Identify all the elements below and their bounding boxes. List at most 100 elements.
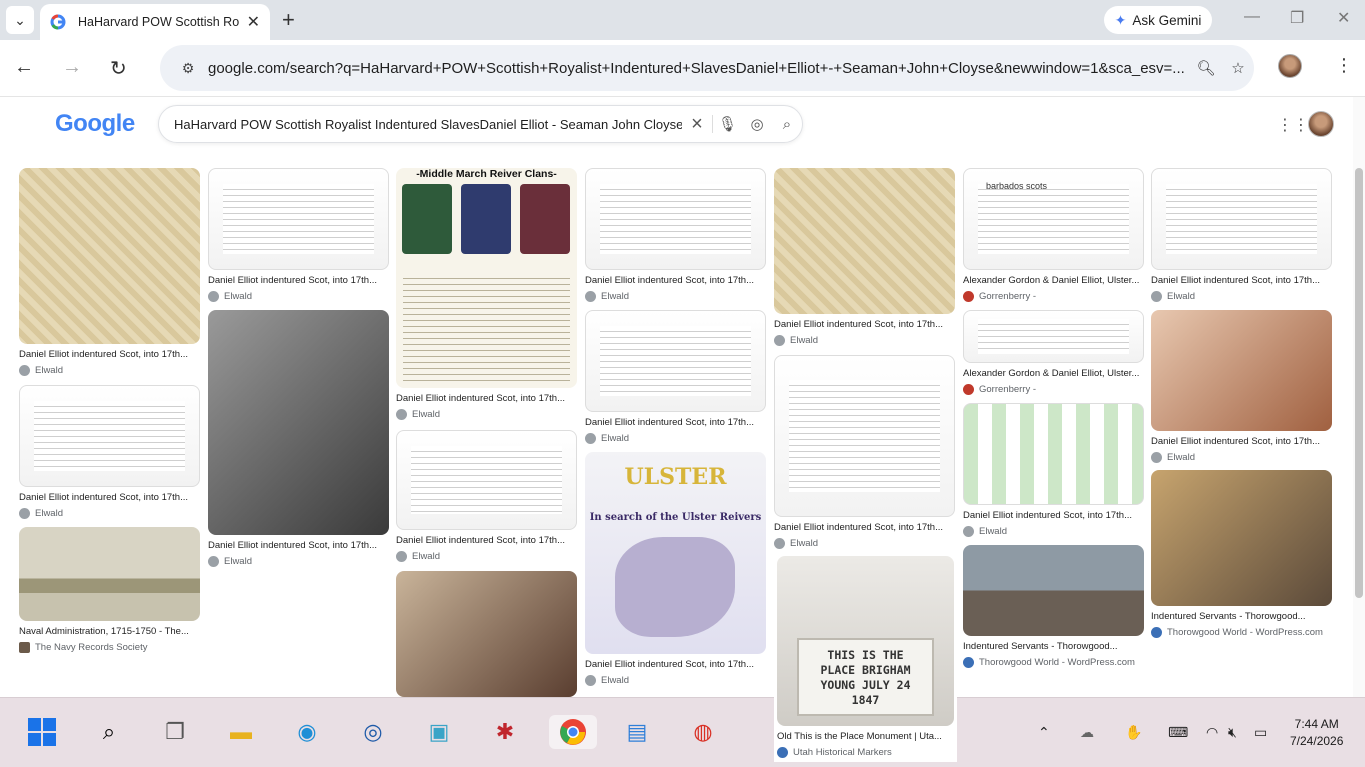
result-caption[interactable]: Daniel Elliot indentured Scot, into 17th…: [396, 535, 577, 546]
result-thumbnail[interactable]: [19, 527, 200, 621]
result-thumbnail[interactable]: [585, 168, 766, 270]
result-caption[interactable]: Naval Administration, 1715-1750 - The...: [19, 626, 200, 637]
edge-icon[interactable]: ◉: [290, 715, 324, 749]
result-caption[interactable]: Alexander Gordon & Daniel Elliot, Ulster…: [963, 368, 1144, 379]
result-source[interactable]: Thorowgood World - WordPress.com: [1151, 627, 1332, 638]
result-caption[interactable]: Daniel Elliot indentured Scot, into 17th…: [774, 522, 955, 533]
bookmark-star-icon[interactable]: ☆: [1222, 59, 1254, 77]
image-result[interactable]: ULSTER In search of the Ulster Reivers D…: [585, 452, 766, 686]
result-source[interactable]: Elwald: [396, 551, 577, 562]
keyboard-icon[interactable]: ⌨: [1168, 724, 1188, 741]
result-source[interactable]: Elwald: [1151, 452, 1332, 463]
result-caption[interactable]: Indentured Servants - Thorowgood...: [1151, 611, 1332, 622]
result-thumbnail[interactable]: [774, 355, 955, 517]
window-close-icon[interactable]: ✕: [1337, 8, 1350, 28]
result-thumbnail[interactable]: [1151, 310, 1332, 431]
result-thumbnail[interactable]: barbados scots: [963, 168, 1144, 270]
result-caption[interactable]: Daniel Elliot indentured Scot, into 17th…: [19, 492, 200, 503]
result-caption[interactable]: Daniel Elliot indentured Scot, into 17th…: [585, 275, 766, 286]
wifi-icon[interactable]: ◠: [1206, 724, 1218, 741]
result-caption[interactable]: Old This is the Place Monument | Uta...: [777, 731, 954, 742]
result-source[interactable]: The Navy Records Society: [19, 642, 200, 653]
result-thumbnail[interactable]: [585, 310, 766, 412]
image-result[interactable]: [396, 571, 577, 697]
result-caption[interactable]: Daniel Elliot indentured Scot, into 17th…: [585, 417, 766, 428]
reload-icon[interactable]: ↻: [110, 56, 127, 81]
result-source[interactable]: Elwald: [774, 335, 955, 346]
image-result[interactable]: THIS IS THE PLACE BRIGHAM YOUNG JULY 24 …: [774, 553, 957, 762]
profile-avatar[interactable]: [1278, 54, 1302, 78]
result-source[interactable]: Gorrenberry -: [963, 384, 1144, 395]
result-thumbnail[interactable]: [1151, 470, 1332, 606]
result-caption[interactable]: Daniel Elliot indentured Scot, into 17th…: [774, 319, 955, 330]
image-result[interactable]: Indentured Servants - Thorowgood... Thor…: [963, 545, 1144, 668]
system-clock[interactable]: 7:44 AM 7/24/2026: [1290, 716, 1343, 750]
close-tab-icon[interactable]: ✕: [247, 12, 260, 32]
file-explorer-icon[interactable]: ▬: [224, 715, 258, 749]
result-caption[interactable]: Daniel Elliot indentured Scot, into 17th…: [963, 510, 1144, 521]
result-thumbnail[interactable]: [1151, 168, 1332, 270]
result-source[interactable]: Elwald: [208, 291, 389, 302]
task-view-icon[interactable]: ❐: [158, 715, 192, 749]
result-source[interactable]: Elwald: [208, 556, 389, 567]
result-source[interactable]: Elwald: [585, 291, 766, 302]
result-source[interactable]: Elwald: [774, 538, 955, 549]
battery-icon[interactable]: ▭: [1254, 724, 1267, 741]
onedrive-cloud-icon[interactable]: ☁: [1080, 724, 1094, 741]
microphone-icon[interactable]: 🎙︎: [712, 115, 742, 133]
image-result[interactable]: Daniel Elliot indentured Scot, into 17th…: [774, 168, 955, 346]
result-thumbnail[interactable]: [208, 168, 389, 270]
chrome-menu-icon[interactable]: ⋮: [1335, 55, 1353, 76]
address-bar[interactable]: ⚙ google.com/search?q=HaHarvard+POW+Scot…: [160, 45, 1254, 91]
result-source[interactable]: Gorrenberry -: [963, 291, 1144, 302]
show-hidden-icons-icon[interactable]: ⌃: [1038, 724, 1050, 741]
result-thumbnail[interactable]: -Middle March Reiver Clans-: [396, 168, 577, 388]
image-result[interactable]: Daniel Elliot indentured Scot, into 17th…: [208, 168, 389, 302]
image-result[interactable]: Daniel Elliot indentured Scot, into 17th…: [1151, 310, 1332, 463]
result-thumbnail[interactable]: ULSTER In search of the Ulster Reivers: [585, 452, 766, 654]
result-caption[interactable]: Daniel Elliot indentured Scot, into 17th…: [1151, 436, 1332, 447]
url-text[interactable]: google.com/search?q=HaHarvard+POW+Scotti…: [208, 60, 1190, 77]
tray-app-icon[interactable]: ✋: [1125, 724, 1142, 741]
image-result[interactable]: Daniel Elliot indentured Scot, into 17th…: [396, 430, 577, 562]
result-thumbnail[interactable]: [963, 545, 1144, 636]
result-caption[interactable]: Daniel Elliot indentured Scot, into 17th…: [208, 275, 389, 286]
zoom-search-icon[interactable]: 🔍︎: [1190, 59, 1222, 77]
result-caption[interactable]: Daniel Elliot indentured Scot, into 17th…: [208, 540, 389, 551]
result-caption[interactable]: Daniel Elliot indentured Scot, into 17th…: [19, 349, 200, 360]
result-caption[interactable]: Daniel Elliot indentured Scot, into 17th…: [396, 393, 577, 404]
minimize-icon[interactable]: —: [1244, 8, 1260, 26]
search-icon[interactable]: ⌕: [772, 116, 802, 133]
image-result[interactable]: Daniel Elliot indentured Scot, into 17th…: [963, 403, 1144, 537]
result-thumbnail[interactable]: THIS IS THE PLACE BRIGHAM YOUNG JULY 24 …: [777, 556, 954, 726]
thunderbird-icon[interactable]: ◎: [356, 715, 390, 749]
result-thumbnail[interactable]: [396, 571, 577, 697]
result-thumbnail[interactable]: [963, 403, 1144, 505]
result-source[interactable]: Elwald: [585, 675, 766, 686]
google-account-avatar[interactable]: [1308, 111, 1334, 137]
tab-search-button[interactable]: ⌄: [6, 6, 34, 34]
red-app-icon[interactable]: ✱: [488, 715, 522, 749]
result-thumbnail[interactable]: [19, 168, 200, 344]
search-box[interactable]: HaHarvard POW Scottish Royalist Indentur…: [158, 105, 803, 143]
image-result[interactable]: Naval Administration, 1715-1750 - The...…: [19, 527, 200, 653]
presentation-app-icon[interactable]: ▣: [422, 715, 456, 749]
image-result[interactable]: Daniel Elliot indentured Scot, into 17th…: [208, 310, 389, 567]
image-result[interactable]: Daniel Elliot indentured Scot, into 17th…: [1151, 168, 1332, 302]
result-source[interactable]: Elwald: [19, 508, 200, 519]
result-thumbnail[interactable]: [208, 310, 389, 535]
result-caption[interactable]: Daniel Elliot indentured Scot, into 17th…: [1151, 275, 1332, 286]
image-result[interactable]: Indentured Servants - Thorowgood... Thor…: [1151, 470, 1332, 638]
result-thumbnail[interactable]: [19, 385, 200, 487]
result-source[interactable]: Thorowgood World - WordPress.com: [963, 657, 1144, 668]
image-result[interactable]: Daniel Elliot indentured Scot, into 17th…: [19, 168, 200, 376]
clear-icon[interactable]: ×: [682, 113, 712, 136]
result-source[interactable]: Elwald: [963, 526, 1144, 537]
windows-start-icon[interactable]: [25, 715, 59, 749]
result-thumbnail[interactable]: [774, 168, 955, 314]
chrome-canary-icon[interactable]: ◍: [686, 715, 720, 749]
result-caption[interactable]: Alexander Gordon & Daniel Elliot, Ulster…: [963, 275, 1144, 286]
active-tab[interactable]: HaHarvard POW Scottish Ro ✕: [40, 4, 270, 40]
forward-arrow-icon[interactable]: →: [62, 56, 82, 79]
site-info-icon[interactable]: ⚙: [168, 60, 208, 77]
